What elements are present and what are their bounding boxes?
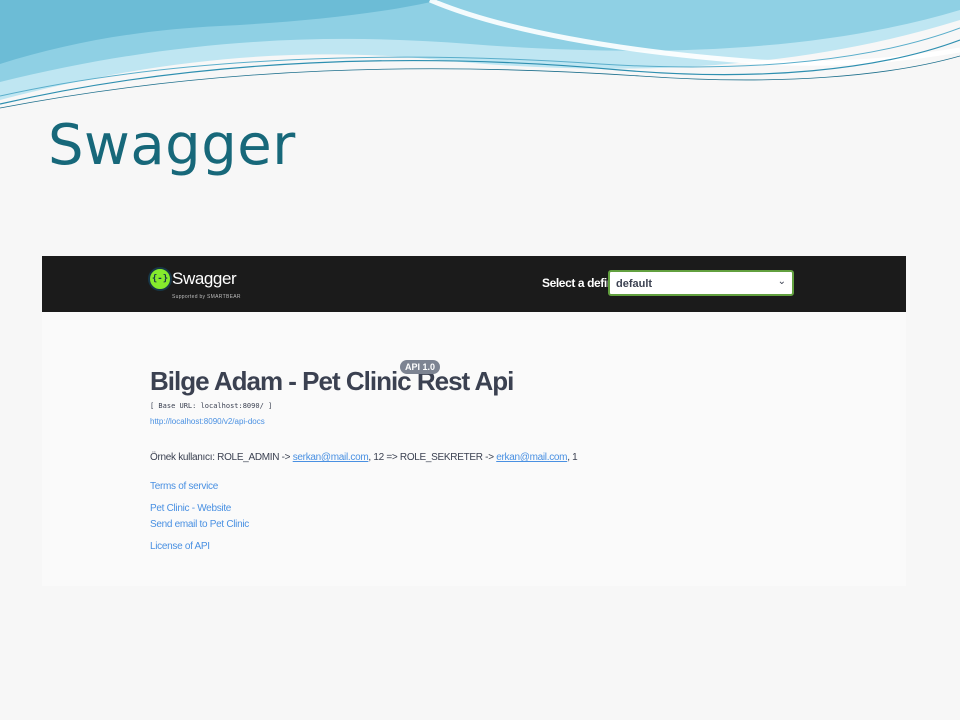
swagger-logo-text[interactable]: Swagger <box>172 269 237 289</box>
decorative-wave-header <box>0 0 960 109</box>
api-title: Bilge Adam - Pet Clinic Rest Api <box>150 366 514 396</box>
base-url: [ Base URL: localhost:8090/ ] <box>150 402 273 410</box>
api-description: Örnek kullanıcı: ROLE_ADMIN -> serkan@ma… <box>150 452 578 463</box>
definition-select-value: default <box>616 278 653 290</box>
description-prefix: Örnek kullanıcı: ROLE_ADMIN -> <box>150 452 293 463</box>
swagger-screenshot: {-} Swagger Supported by SMARTBEAR Selec… <box>42 256 906 586</box>
definition-select[interactable]: default ⌄ <box>608 270 794 296</box>
send-email-link[interactable]: Send email to Pet Clinic <box>150 519 249 530</box>
terms-of-service-link[interactable]: Terms of service <box>150 481 218 492</box>
description-middle: , 12 => ROLE_SEKRETER -> <box>368 452 497 463</box>
description-suffix: , 1 <box>567 452 578 463</box>
version-badge: API 1.0 <box>400 360 441 374</box>
sekreter-email-link[interactable]: erkan@mail.com <box>496 452 567 463</box>
slide-title: Swagger <box>48 113 296 178</box>
chevron-down-icon: ⌄ <box>777 276 786 287</box>
swagger-logo-sub: Supported by SMARTBEAR <box>172 294 241 300</box>
swagger-logo-icon[interactable]: {-} <box>148 267 172 291</box>
admin-email-link[interactable]: serkan@mail.com <box>293 452 369 463</box>
license-link[interactable]: License of API <box>150 541 210 552</box>
swagger-topbar: {-} Swagger Supported by SMARTBEAR Selec… <box>42 256 906 312</box>
api-docs-link[interactable]: http://localhost:8090/v2/api-docs <box>150 417 265 426</box>
website-link[interactable]: Pet Clinic - Website <box>150 503 231 514</box>
